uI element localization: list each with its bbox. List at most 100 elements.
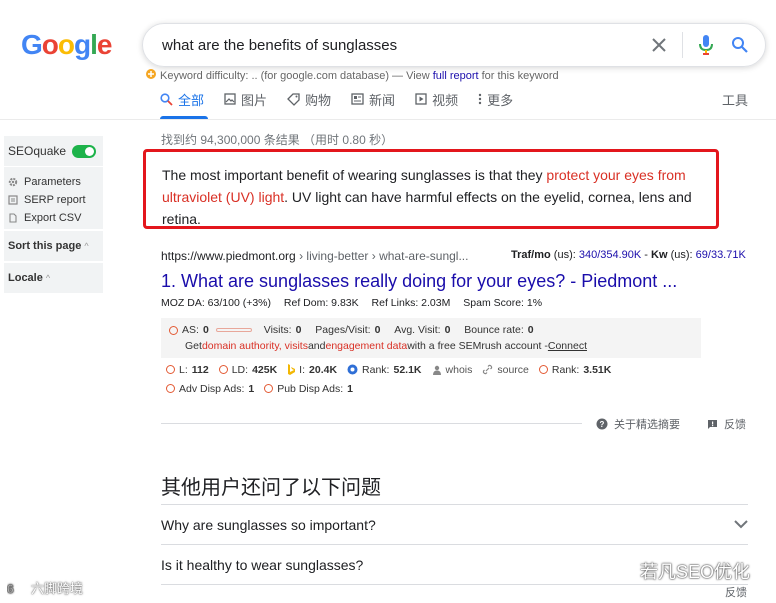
snippet-text-pre: The most important benefit of wearing su… xyxy=(162,167,547,183)
seoquake-menu: Parameters SERP report Export CSV xyxy=(4,167,103,229)
avg-label: Avg. Visit: xyxy=(394,324,441,336)
domain-authority-link[interactable]: domain authority, visits xyxy=(202,340,308,352)
moz-spam-score: Spam Score: 1% xyxy=(463,297,543,309)
svg-text:?: ? xyxy=(600,420,605,429)
metric-rank[interactable]: Rank: 3.51K xyxy=(538,363,612,376)
seoquake-header: SEOquake xyxy=(4,136,103,166)
seoquake-title: SEOquake xyxy=(8,144,67,158)
google-ring-icon xyxy=(166,384,175,393)
seoquake-parameters[interactable]: Parameters xyxy=(8,173,103,191)
moz-da: MOZ DA: 63/100 (+3%) xyxy=(161,297,271,309)
authority-bar xyxy=(215,328,252,332)
metric-label: whois xyxy=(445,363,473,376)
locale-label: Locale xyxy=(8,272,43,284)
metric-value: 1 xyxy=(248,382,255,395)
seoquake-toggle[interactable] xyxy=(72,144,97,158)
tab-label: 新闻 xyxy=(369,92,396,108)
tab-images[interactable]: 图片 xyxy=(224,90,267,108)
tab-label: 更多 xyxy=(487,92,514,108)
google-logo[interactable]: Google xyxy=(21,29,112,61)
semrush-ring-icon xyxy=(169,325,178,335)
watermark-left: 6 六脚跨境 xyxy=(7,578,83,597)
metric-linking-domains[interactable]: LD: 425K xyxy=(218,363,277,376)
locale-section[interactable]: Locale ^ xyxy=(4,263,103,293)
tab-videos[interactable]: 视频 xyxy=(415,90,458,108)
metric-label: Rank: xyxy=(362,363,390,376)
connect-link[interactable]: Connect xyxy=(548,340,587,352)
google-ring-icon xyxy=(538,365,548,374)
chevron-down-icon xyxy=(734,520,748,529)
tab-label: 图片 xyxy=(241,92,268,108)
search-icon[interactable] xyxy=(727,32,753,58)
help-icon: ? xyxy=(596,418,608,430)
as-label: AS: xyxy=(182,324,199,336)
people-also-ask-title: 其他用户还问了以下问题 xyxy=(161,477,381,499)
google-ring-icon xyxy=(166,365,175,374)
as-value: 0 xyxy=(202,324,209,336)
metric-label: Rank: xyxy=(551,363,580,376)
tab-shopping[interactable]: 购物 xyxy=(287,90,331,108)
kd-note: (for google.com database) — View xyxy=(260,69,430,82)
metric-value: 3.51K xyxy=(583,363,612,376)
traf-value[interactable]: 340/354.90K xyxy=(579,249,641,261)
visits-label: Visits: xyxy=(263,324,292,336)
tab-label: 购物 xyxy=(305,92,332,108)
seoquake-item-label: Parameters xyxy=(24,176,81,188)
seoquake-metrics: L: 112 LD: 425K I: 20.4K Rank: 52.1K whois s… xyxy=(166,360,621,398)
paa-divider xyxy=(161,584,748,585)
featured-snippet-divider xyxy=(161,423,582,424)
sort-this-page[interactable]: Sort this page ^ xyxy=(4,231,103,261)
chevron-up-icon: ^ xyxy=(45,273,51,283)
metric-bing-index[interactable]: I: 20.4K xyxy=(287,363,337,376)
metric-semrush-rank[interactable]: Rank: 52.1K xyxy=(347,363,422,376)
result-title-link[interactable]: 1. What are sunglasses really doing for … xyxy=(161,271,677,292)
logo-letter: G xyxy=(21,29,43,60)
metric-adv-disp-ads[interactable]: Adv Disp Ads: 1 xyxy=(166,383,254,395)
svg-text:6: 6 xyxy=(7,582,14,595)
kd-full-report-link[interactable]: full report xyxy=(433,70,479,82)
seoquake-export-csv[interactable]: Export CSV xyxy=(8,209,103,227)
metric-label: Adv Disp Ads: xyxy=(179,382,245,395)
tab-news[interactable]: 新闻 xyxy=(351,90,395,108)
tab-more[interactable]: 更多 xyxy=(478,90,513,108)
seoquake-item-label: Export CSV xyxy=(24,212,82,224)
kw-value[interactable]: 69/33.71K xyxy=(696,249,746,261)
result-url[interactable]: https://www.piedmont.org › living-better… xyxy=(161,249,468,263)
seoquake-serp-report[interactable]: SERP report xyxy=(8,191,103,209)
logo-letter: l xyxy=(90,29,98,60)
semrush-panel: AS: 0 Visits: 0 Pages/Visit: 0 Avg. Visit: 0… xyxy=(161,318,701,358)
seoquake-sidebar: SEOquake Parameters SERP report Export C… xyxy=(4,136,103,293)
metric-label: LD: xyxy=(231,363,249,376)
metric-source[interactable]: source xyxy=(482,364,529,376)
more-vert-icon xyxy=(478,93,482,105)
clear-icon[interactable] xyxy=(646,32,672,58)
metric-label: I: xyxy=(299,363,306,376)
metric-links[interactable]: L: 112 xyxy=(166,364,209,376)
logo-letter: g xyxy=(74,29,91,60)
search-tabs: 全部 图片 购物 新闻 视频 更多 xyxy=(160,90,533,108)
paa-feedback[interactable]: 反馈 xyxy=(725,584,747,600)
semrush-icon xyxy=(145,68,157,83)
metric-whois[interactable]: whois xyxy=(432,363,473,376)
featured-snippet-feedback[interactable]: 反馈 xyxy=(707,416,746,432)
kw-us: (us): xyxy=(667,249,696,261)
tab-all[interactable]: 全部 xyxy=(160,90,204,108)
paa-question[interactable]: Why are sunglasses so important? xyxy=(161,504,748,544)
metric-pub-disp-ads[interactable]: Pub Disp Ads: 1 xyxy=(264,383,353,395)
bing-icon xyxy=(288,363,296,375)
microphone-icon[interactable] xyxy=(693,32,719,58)
engagement-data-link[interactable]: engagement data xyxy=(325,340,407,352)
moz-stats: MOZ DA: 63/100 (+3%) Ref Dom: 9.83K Ref … xyxy=(161,297,552,309)
traffic-stats: Traf/mo (us): 340/354.90K - Kw (us): 69/… xyxy=(511,249,746,261)
chevron-up-icon: ^ xyxy=(84,241,89,251)
metric-label: L: xyxy=(179,363,188,376)
search-input[interactable] xyxy=(162,36,646,54)
tab-label: 全部 xyxy=(178,92,205,108)
tab-label: 视频 xyxy=(432,92,459,108)
moz-ref-dom: Ref Dom: 9.83K xyxy=(283,297,359,309)
feedback-icon xyxy=(708,419,717,429)
tools-button[interactable]: 工具 xyxy=(722,90,748,109)
metric-value: 1 xyxy=(347,382,354,395)
about-featured-snippets[interactable]: ? 关于精选摘要 xyxy=(596,416,680,432)
feedback-label: 反馈 xyxy=(724,419,746,431)
